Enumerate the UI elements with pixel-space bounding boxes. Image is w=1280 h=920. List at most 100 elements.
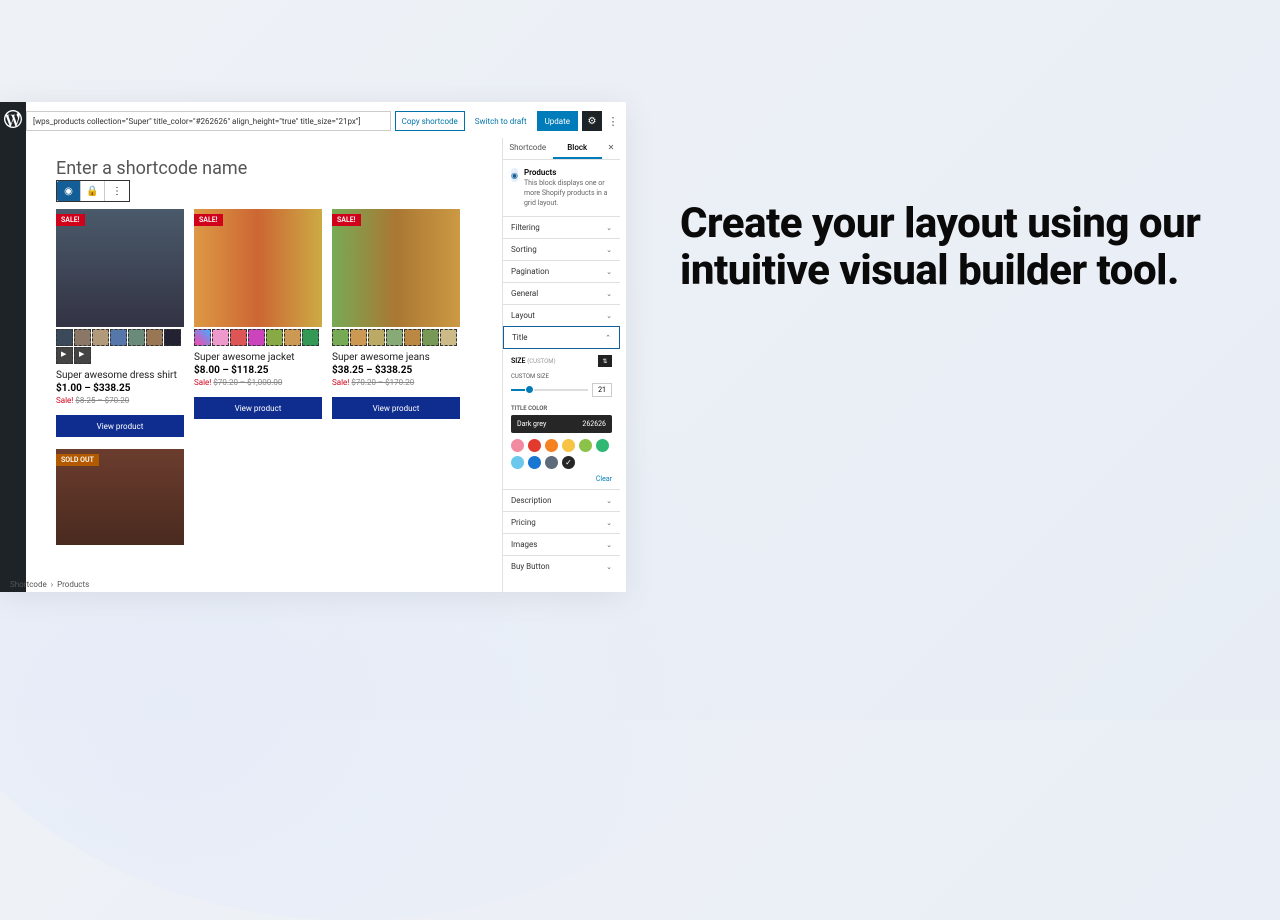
product-image[interactable]: SOLD OUT — [56, 449, 184, 545]
panel-sorting[interactable]: Sorting⌄ — [503, 238, 620, 260]
update-button[interactable]: Update — [537, 111, 578, 131]
product-title: Super awesome jeans — [332, 352, 460, 363]
thumbnail[interactable] — [404, 329, 421, 346]
size-value-input[interactable]: 21 — [592, 383, 612, 397]
color-swatch[interactable] — [545, 439, 558, 452]
thumbnail[interactable] — [128, 329, 145, 346]
thumbnail-row — [332, 329, 460, 346]
panel-images[interactable]: Images⌄ — [503, 533, 620, 555]
product-sale-text: Sale! $8.25 – $70.20 — [56, 396, 184, 405]
close-sidebar-button[interactable]: ✕ — [602, 138, 620, 159]
panel-general[interactable]: General⌄ — [503, 282, 620, 304]
chevron-down-icon: ⌄ — [606, 519, 612, 527]
shortcode-name-placeholder[interactable]: Enter a shortcode name — [56, 158, 470, 179]
thumbnail[interactable] — [146, 329, 163, 346]
color-swatch[interactable] — [562, 439, 575, 452]
thumbnail-row — [56, 329, 184, 364]
product-image[interactable]: SALE! — [56, 209, 184, 327]
product-card: SALE!Super awesome jacket$8.00 – $118.25… — [194, 209, 322, 437]
thumbnail-row — [194, 329, 322, 346]
title-color-label: TITLE COLOR — [511, 405, 612, 412]
thumbnail[interactable] — [284, 329, 301, 346]
thumbnail[interactable] — [74, 347, 91, 364]
lock-icon[interactable]: 🔒 — [81, 181, 105, 201]
editor-canvas: Enter a shortcode name ◉ 🔒 ⋮ SALE!Super … — [26, 138, 500, 580]
thumbnail[interactable] — [332, 329, 349, 346]
sold-out-badge: SOLD OUT — [56, 454, 99, 466]
product-price: $1.00 – $338.25 — [56, 383, 184, 394]
panel-buy-button[interactable]: Buy Button⌄ — [503, 555, 620, 577]
panel-pagination[interactable]: Pagination⌄ — [503, 260, 620, 282]
panel-pricing[interactable]: Pricing⌄ — [503, 511, 620, 533]
switch-draft-button[interactable]: Switch to draft — [469, 111, 533, 131]
product-sale-text: Sale! $70.20 – $1,000.00 — [194, 378, 322, 387]
thumbnail[interactable] — [74, 329, 91, 346]
chevron-up-icon: ⌃ — [605, 334, 611, 342]
thumbnail[interactable] — [212, 329, 229, 346]
thumbnail[interactable] — [422, 329, 439, 346]
panel-title-body: SIZE (CUSTOM) ⇅ CUSTOM SIZE 21 TITLE COL… — [503, 349, 620, 489]
view-product-button[interactable]: View product — [56, 415, 184, 437]
selected-color[interactable]: Dark grey262626 — [511, 415, 612, 433]
close-icon: ✕ — [608, 143, 615, 152]
settings-button[interactable]: ⚙ — [582, 111, 602, 131]
panel-description[interactable]: Description⌄ — [503, 489, 620, 511]
slider-thumb[interactable] — [525, 385, 534, 394]
thumbnail[interactable] — [56, 329, 73, 346]
product-price: $8.00 – $118.25 — [194, 365, 322, 376]
color-swatch[interactable] — [528, 456, 541, 469]
wp-admin-bar — [0, 102, 26, 592]
thumbnail[interactable] — [248, 329, 265, 346]
size-slider[interactable] — [511, 389, 588, 391]
shortcode-input[interactable] — [26, 111, 391, 131]
chevron-down-icon: ⌄ — [606, 290, 612, 298]
thumbnail[interactable] — [350, 329, 367, 346]
thumbnail[interactable] — [194, 329, 211, 346]
thumbnail[interactable] — [368, 329, 385, 346]
thumbnail[interactable] — [56, 347, 73, 364]
editor-window: Copy shortcode Switch to draft Update ⚙ … — [0, 102, 626, 592]
product-image[interactable]: SALE! — [332, 209, 460, 327]
thumbnail[interactable] — [164, 329, 181, 346]
thumbnail[interactable] — [230, 329, 247, 346]
panel-title[interactable]: Title⌃ — [503, 326, 620, 349]
wordpress-logo-icon — [4, 110, 22, 128]
thumbnail[interactable] — [440, 329, 457, 346]
kebab-icon: ⋮ — [608, 115, 619, 128]
copy-shortcode-button[interactable]: Copy shortcode — [395, 111, 465, 131]
block-toolbar[interactable]: ◉ 🔒 ⋮ — [56, 180, 130, 202]
unit-toggle-button[interactable]: ⇅ — [598, 355, 612, 367]
sale-badge: SALE! — [194, 214, 223, 226]
thumbnail[interactable] — [110, 329, 127, 346]
thumbnail[interactable] — [92, 329, 109, 346]
color-swatch[interactable] — [596, 439, 609, 452]
thumbnail[interactable] — [266, 329, 283, 346]
chevron-down-icon: ⌄ — [606, 312, 612, 320]
chevron-down-icon: ⌄ — [606, 541, 612, 549]
product-card: SALE!Super awesome dress shirt$1.00 – $3… — [56, 209, 184, 437]
color-swatch[interactable] — [511, 439, 524, 452]
clear-color-link[interactable]: Clear — [511, 475, 612, 483]
panel-layout[interactable]: Layout⌄ — [503, 304, 620, 326]
color-swatch[interactable] — [545, 456, 558, 469]
sale-badge: SALE! — [56, 214, 85, 226]
color-swatch[interactable] — [528, 439, 541, 452]
breadcrumb[interactable]: Shortcode › Products — [10, 577, 89, 592]
tab-block[interactable]: Block — [553, 138, 603, 159]
more-menu-button[interactable]: ⋮ — [606, 111, 620, 131]
color-swatch[interactable] — [511, 456, 524, 469]
color-swatch[interactable] — [579, 439, 592, 452]
view-product-button[interactable]: View product — [194, 397, 322, 419]
thumbnail[interactable] — [302, 329, 319, 346]
block-type-icon[interactable]: ◉ — [57, 181, 81, 201]
view-product-button[interactable]: View product — [332, 397, 460, 419]
block-description: This block displays one or more Shopify … — [524, 179, 612, 208]
panel-filtering[interactable]: Filtering⌄ — [503, 216, 620, 238]
color-swatch[interactable] — [562, 456, 575, 469]
tab-shortcode[interactable]: Shortcode — [503, 138, 553, 159]
chevron-down-icon: ⌄ — [606, 563, 612, 571]
block-more-icon[interactable]: ⋮ — [105, 181, 129, 201]
thumbnail[interactable] — [386, 329, 403, 346]
chevron-down-icon: ⌄ — [606, 268, 612, 276]
product-image[interactable]: SALE! — [194, 209, 322, 327]
